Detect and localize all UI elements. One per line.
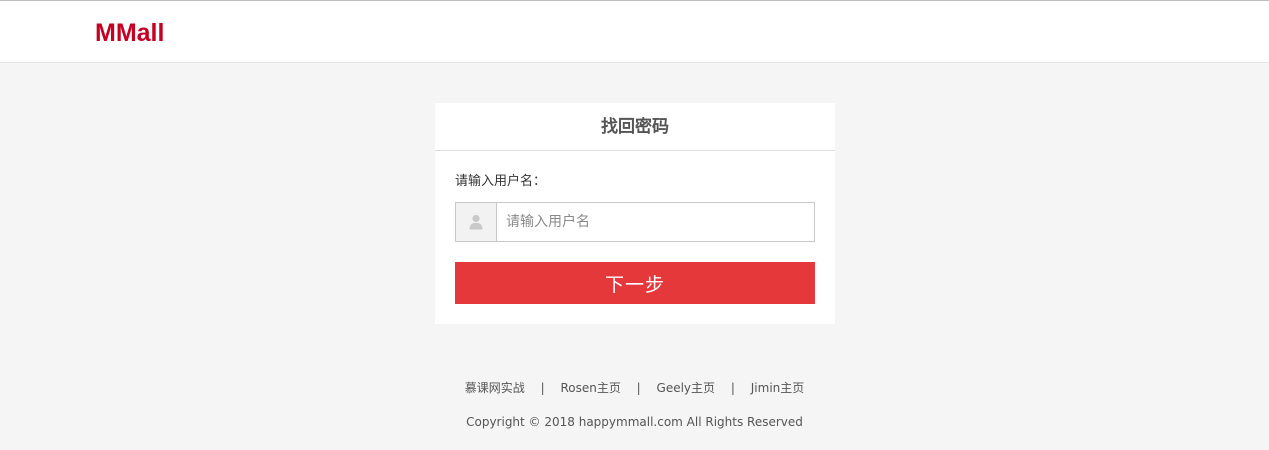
site-header: MMall (0, 0, 1269, 63)
panel-title: 找回密码 (435, 103, 835, 151)
footer-links: 慕课网实战 | Rosen主页 | Geely主页 | Jimin主页 (0, 378, 1269, 398)
username-input-group (455, 202, 815, 242)
username-label: 请输入用户名： (455, 174, 547, 189)
username-input[interactable] (497, 203, 814, 241)
footer-separator: | (730, 381, 735, 395)
copyright-text: Copyright © 2018 happymmall.com All Righ… (466, 415, 803, 429)
footer-link-jimin[interactable]: Jimin主页 (751, 381, 805, 395)
user-icon (456, 203, 497, 241)
footer-separator: | (540, 381, 545, 395)
footer-link-geely[interactable]: Geely主页 (657, 381, 716, 395)
user-icon-svg (469, 214, 483, 230)
footer-link-rosen[interactable]: Rosen主页 (560, 381, 620, 395)
next-step-button[interactable]: 下一步 (455, 262, 815, 304)
footer-separator: | (636, 381, 641, 395)
logo[interactable]: MMall (95, 17, 164, 49)
footer-link-imooc[interactable]: 慕课网实战 (465, 381, 525, 395)
find-password-panel: 找回密码 请输入用户名： 下一步 (435, 103, 835, 324)
